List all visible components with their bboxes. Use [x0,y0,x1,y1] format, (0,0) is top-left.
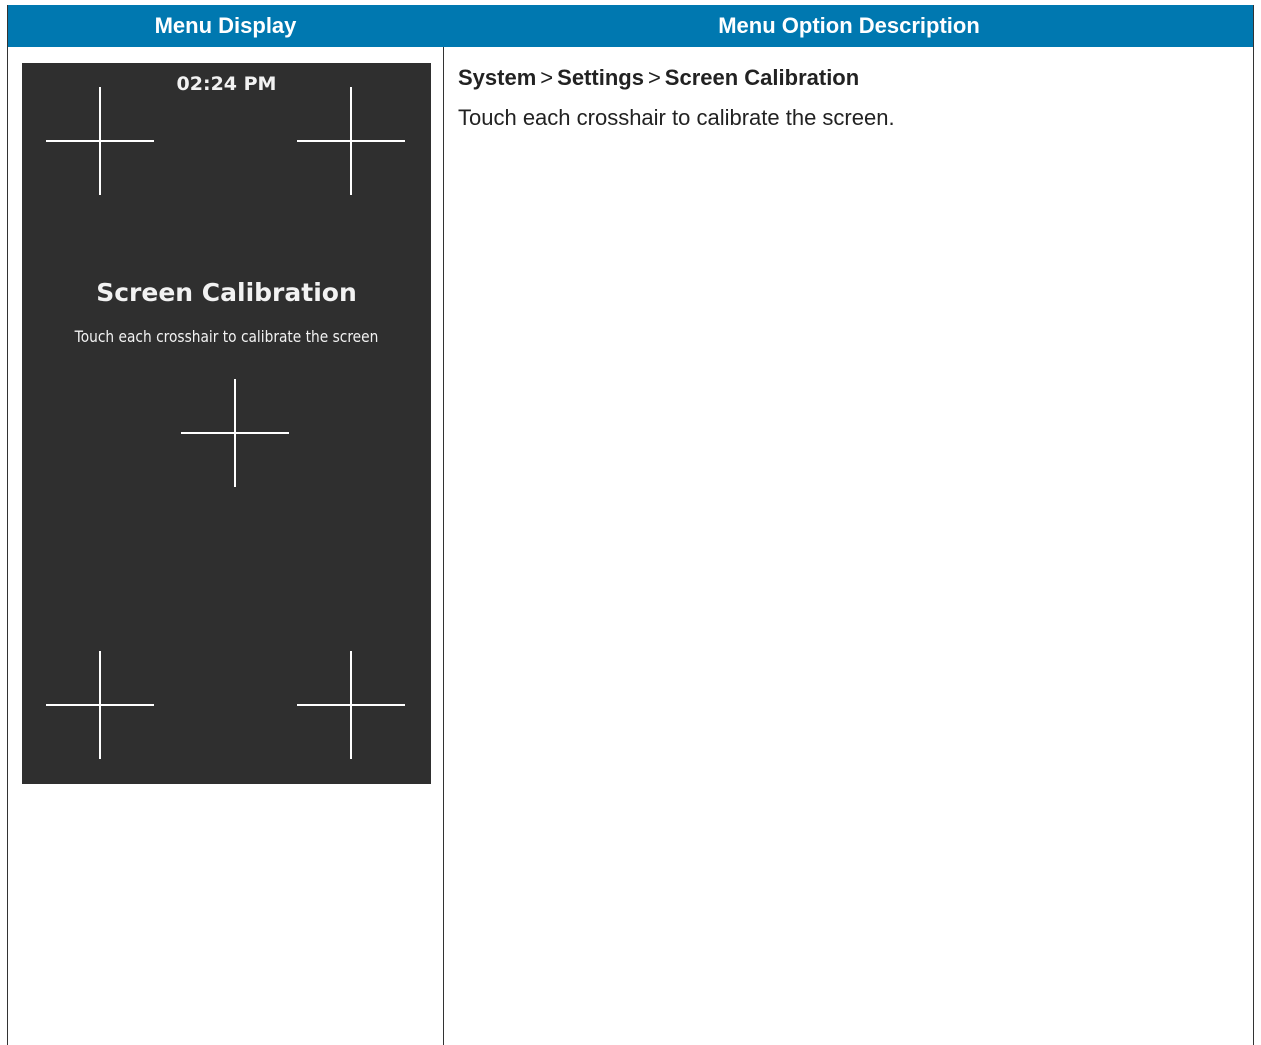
crosshair-top-right-icon [297,87,405,195]
crosshair-center-icon [181,379,289,487]
crosshair-bottom-right-icon [297,651,405,759]
crosshair-bottom-left-icon [46,651,154,759]
menu-path-screen-calibration: Screen Calibration [664,65,860,90]
calibration-instruction: Touch each crosshair to calibrate the sc… [74,327,379,346]
path-separator: > [540,65,554,90]
menu-path: System > Settings > Screen Calibration [458,63,1238,93]
crosshair-top-left-icon [46,87,154,195]
menu-path-system: System [458,65,537,90]
path-separator: > [647,65,661,90]
menu-table: Menu Display Menu Option Description 02:… [7,5,1254,1045]
description-text: Touch each crosshair to calibrate the sc… [458,105,895,130]
calibration-title: Screen Calibration [96,278,357,307]
menu-option-description: System > Settings > Screen Calibration Touch… [458,63,1238,133]
table-header: Menu Display Menu Option Description [8,5,1253,47]
header-menu-display: Menu Display [154,13,297,38]
column-divider [443,47,444,1045]
menu-path-settings: Settings [557,65,644,90]
calibration-screen-image: 02:24 PM Screen Calibration Touch each c… [22,63,431,784]
header-menu-option-description: Menu Option Description [718,13,980,38]
